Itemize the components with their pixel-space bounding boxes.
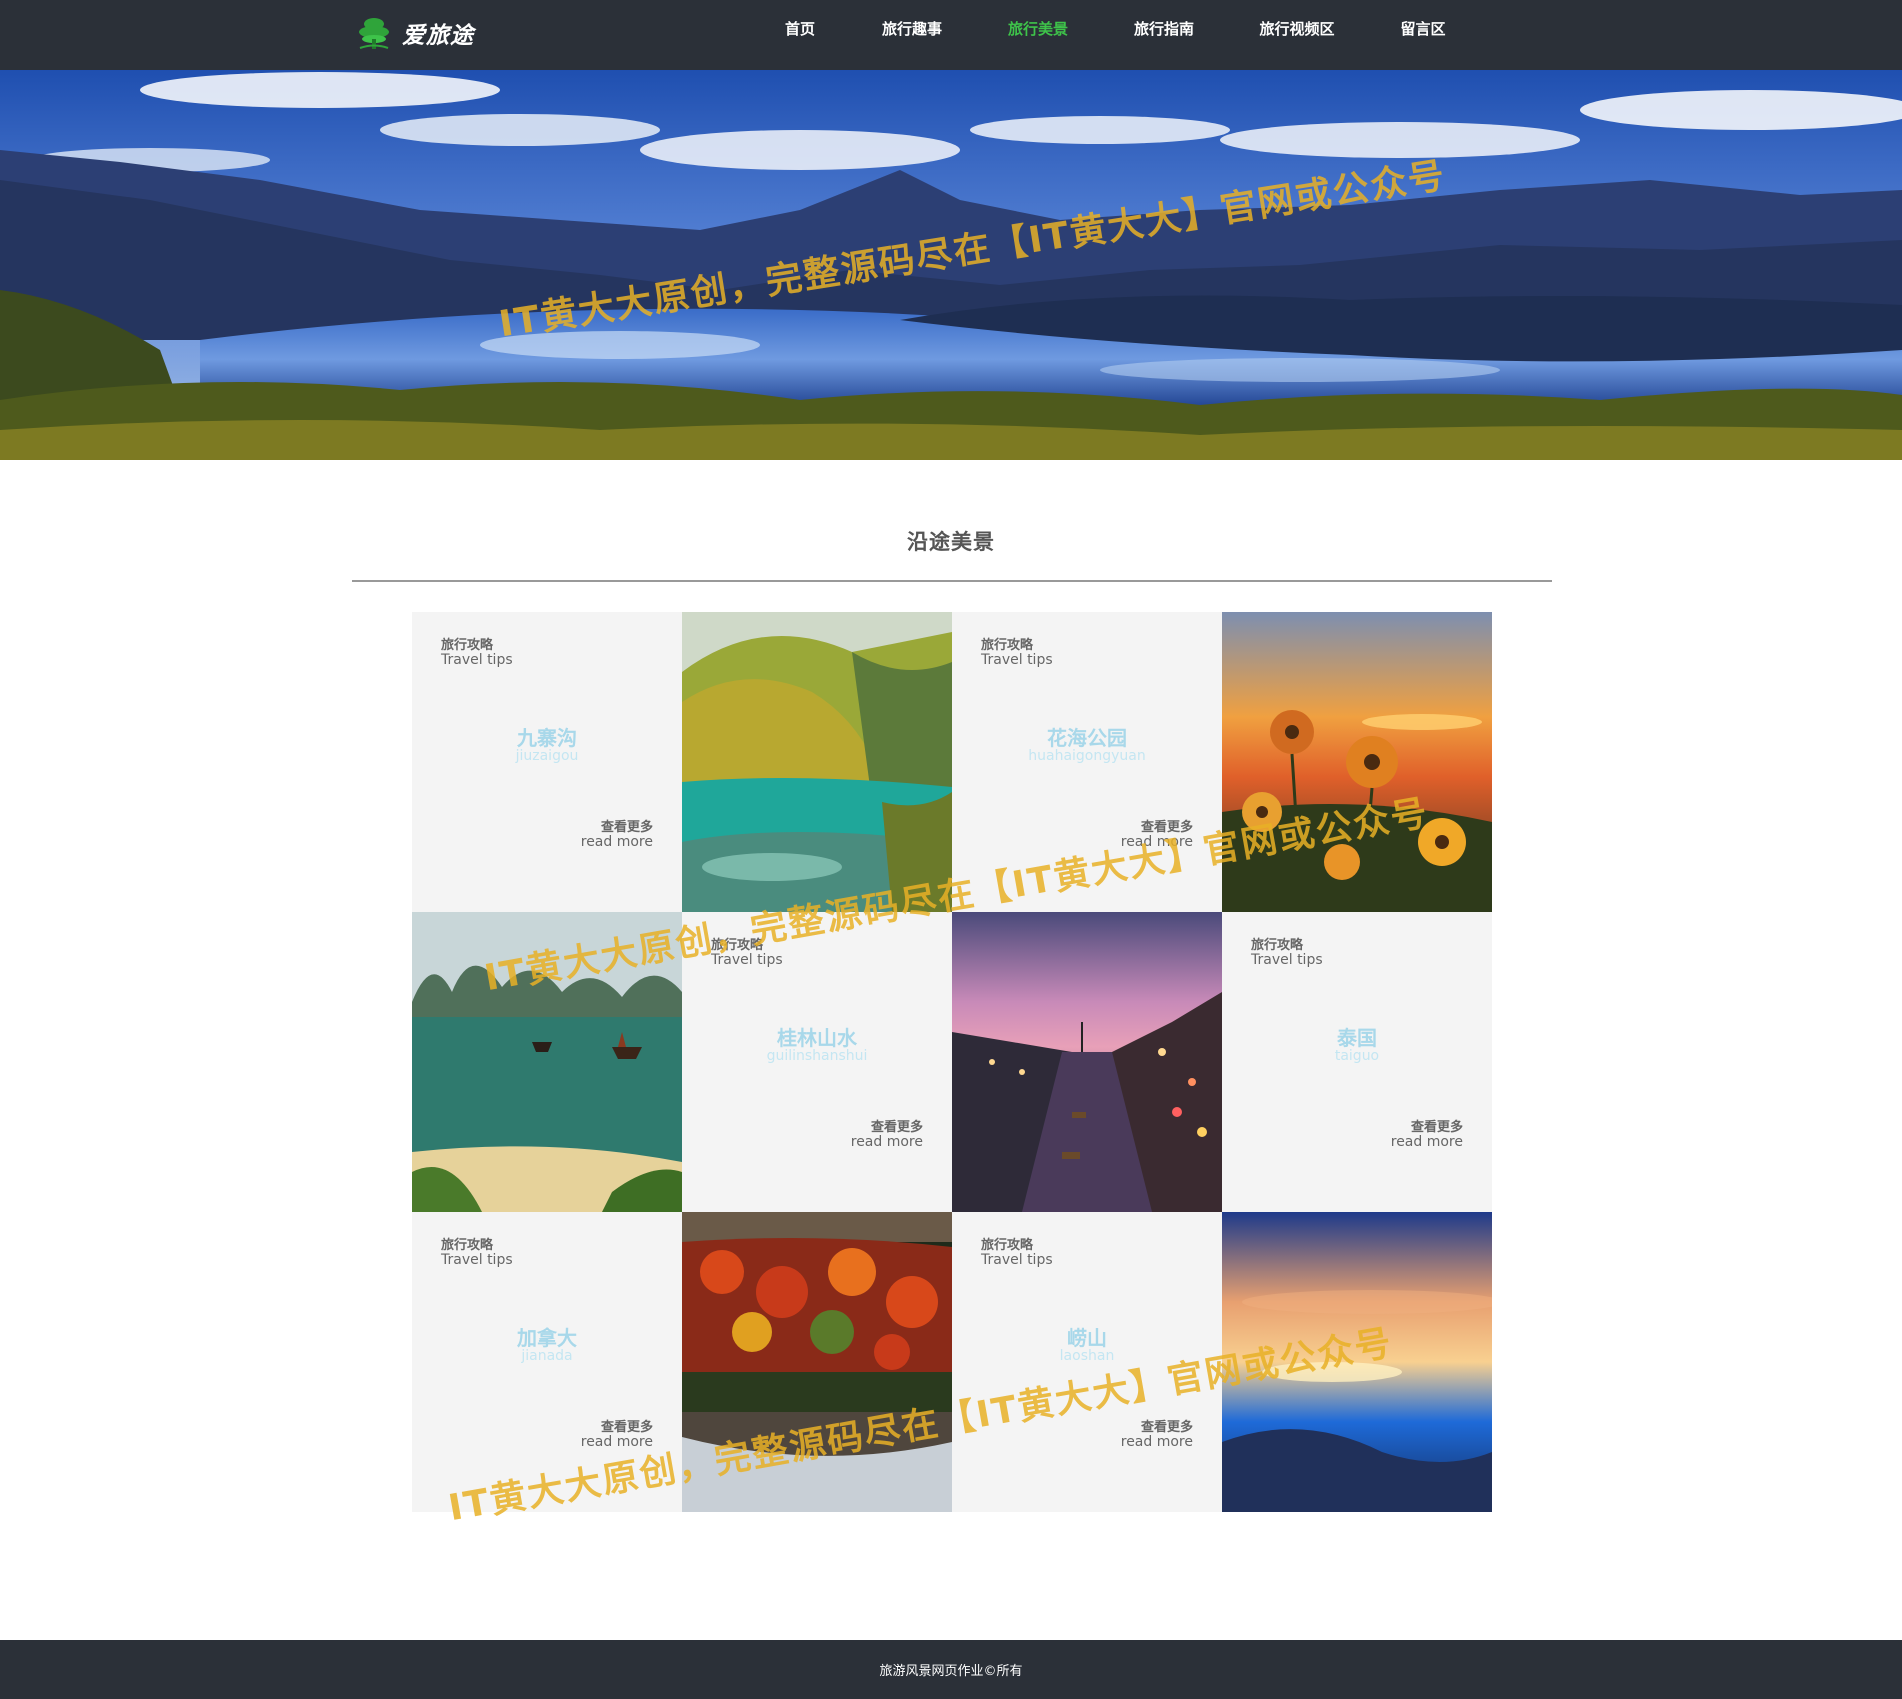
- nav-travel-video[interactable]: 旅行视频区: [1259, 18, 1334, 42]
- photo-huahai-park[interactable]: [1222, 612, 1492, 912]
- card-tip-en: Travel tips: [981, 652, 1053, 668]
- card-tip-cn: 旅行攻略: [711, 938, 764, 953]
- read-more-cn-link[interactable]: 查看更多: [601, 1416, 653, 1435]
- card-place-cn: 泰国: [1337, 1026, 1377, 1050]
- card-place-cn: 加拿大: [517, 1326, 577, 1350]
- photo-laoshan[interactable]: [1222, 1212, 1492, 1512]
- read-more-en-link[interactable]: read more: [581, 834, 653, 850]
- card-canada[interactable]: 旅行攻略 Travel tips 加拿大 jianada 查看更多 read m…: [412, 1212, 682, 1512]
- hero-banner-image: [0, 70, 1902, 460]
- read-more-en-link[interactable]: read more: [581, 1434, 653, 1450]
- scenery-grid: 旅行攻略 Travel tips 九寨沟 jiuzaigou 查看更多 read…: [412, 612, 1492, 1512]
- read-more-cn-link[interactable]: 查看更多: [1141, 1416, 1193, 1435]
- photo-thailand[interactable]: [952, 912, 1222, 1212]
- card-huahai-park[interactable]: 旅行攻略 Travel tips 花海公园 huahaigongyuan 查看更…: [952, 612, 1222, 912]
- card-place-en: guilinshanshui: [766, 1048, 868, 1064]
- read-more-cn-link[interactable]: 查看更多: [1411, 1116, 1463, 1135]
- card-place-cn: 九寨沟: [517, 726, 577, 750]
- card-place-cn: 桂林山水: [777, 1026, 857, 1050]
- card-tip-en: Travel tips: [1251, 952, 1323, 968]
- read-more-cn-link[interactable]: 查看更多: [1141, 816, 1193, 835]
- card-tip-cn: 旅行攻略: [981, 638, 1034, 653]
- read-more-en-link[interactable]: read more: [1121, 1434, 1193, 1450]
- card-place-en: jianada: [521, 1348, 573, 1364]
- read-more-en-link[interactable]: read more: [1391, 1134, 1463, 1150]
- read-more-cn-link[interactable]: 查看更多: [871, 1116, 923, 1135]
- top-nav-bar: 爱旅途 首页 旅行趣事 旅行美景 旅行指南 旅行视频区 留言区: [0, 0, 1902, 70]
- card-tip-en: Travel tips: [441, 1252, 513, 1268]
- nav-message-board[interactable]: 留言区: [1400, 18, 1445, 42]
- read-more-en-link[interactable]: read more: [851, 1134, 923, 1150]
- photo-guilin[interactable]: [412, 912, 682, 1212]
- section-title: 沿途美景: [907, 530, 995, 554]
- card-place-en: jiuzaigou: [515, 748, 579, 764]
- card-tip-cn: 旅行攻略: [981, 1238, 1034, 1253]
- card-tip-en: Travel tips: [711, 952, 783, 968]
- card-place-en: laoshan: [1059, 1348, 1115, 1364]
- card-place-cn: 崂山: [1067, 1326, 1107, 1350]
- card-tip-en: Travel tips: [981, 1252, 1053, 1268]
- card-place-en: taiguo: [1334, 1048, 1380, 1064]
- nav-home[interactable]: 首页: [785, 18, 815, 42]
- photo-canada[interactable]: [682, 1212, 952, 1512]
- site-logo[interactable]: 爱旅途: [356, 14, 474, 52]
- photo-jiuzhaigou[interactable]: [682, 612, 952, 912]
- card-tip-cn: 旅行攻略: [441, 638, 494, 653]
- card-place-cn: 花海公园: [1047, 726, 1127, 750]
- card-laoshan[interactable]: 旅行攻略 Travel tips 崂山 laoshan 查看更多 read mo…: [952, 1212, 1222, 1512]
- section-divider: [352, 580, 1552, 582]
- card-tip-cn: 旅行攻略: [1251, 938, 1304, 953]
- page-footer: 旅游风景网页作业©所有: [0, 1640, 1902, 1699]
- nav-travel-guide[interactable]: 旅行指南: [1134, 18, 1194, 42]
- read-more-en-link[interactable]: read more: [1121, 834, 1193, 850]
- card-thailand[interactable]: 旅行攻略 Travel tips 泰国 taiguo 查看更多 read mor…: [1222, 912, 1492, 1212]
- footer-copyright: 旅游风景网页作业©所有: [879, 1664, 1023, 1679]
- nav-travel-stories[interactable]: 旅行趣事: [882, 18, 942, 42]
- card-place-en: huahaigongyuan: [1028, 748, 1146, 764]
- tree-logo-icon: [359, 18, 389, 49]
- read-more-cn-link[interactable]: 查看更多: [601, 816, 653, 835]
- logo-text: 爱旅途: [402, 22, 474, 49]
- card-jiuzhaigou[interactable]: 旅行攻略 Travel tips 九寨沟 jiuzaigou 查看更多 read…: [412, 612, 682, 912]
- card-guilin[interactable]: 旅行攻略 Travel tips 桂林山水 guilinshanshui 查看更…: [682, 912, 952, 1212]
- card-tip-en: Travel tips: [441, 652, 513, 668]
- card-tip-cn: 旅行攻略: [441, 1238, 494, 1253]
- nav-travel-scenery[interactable]: 旅行美景: [1008, 18, 1068, 42]
